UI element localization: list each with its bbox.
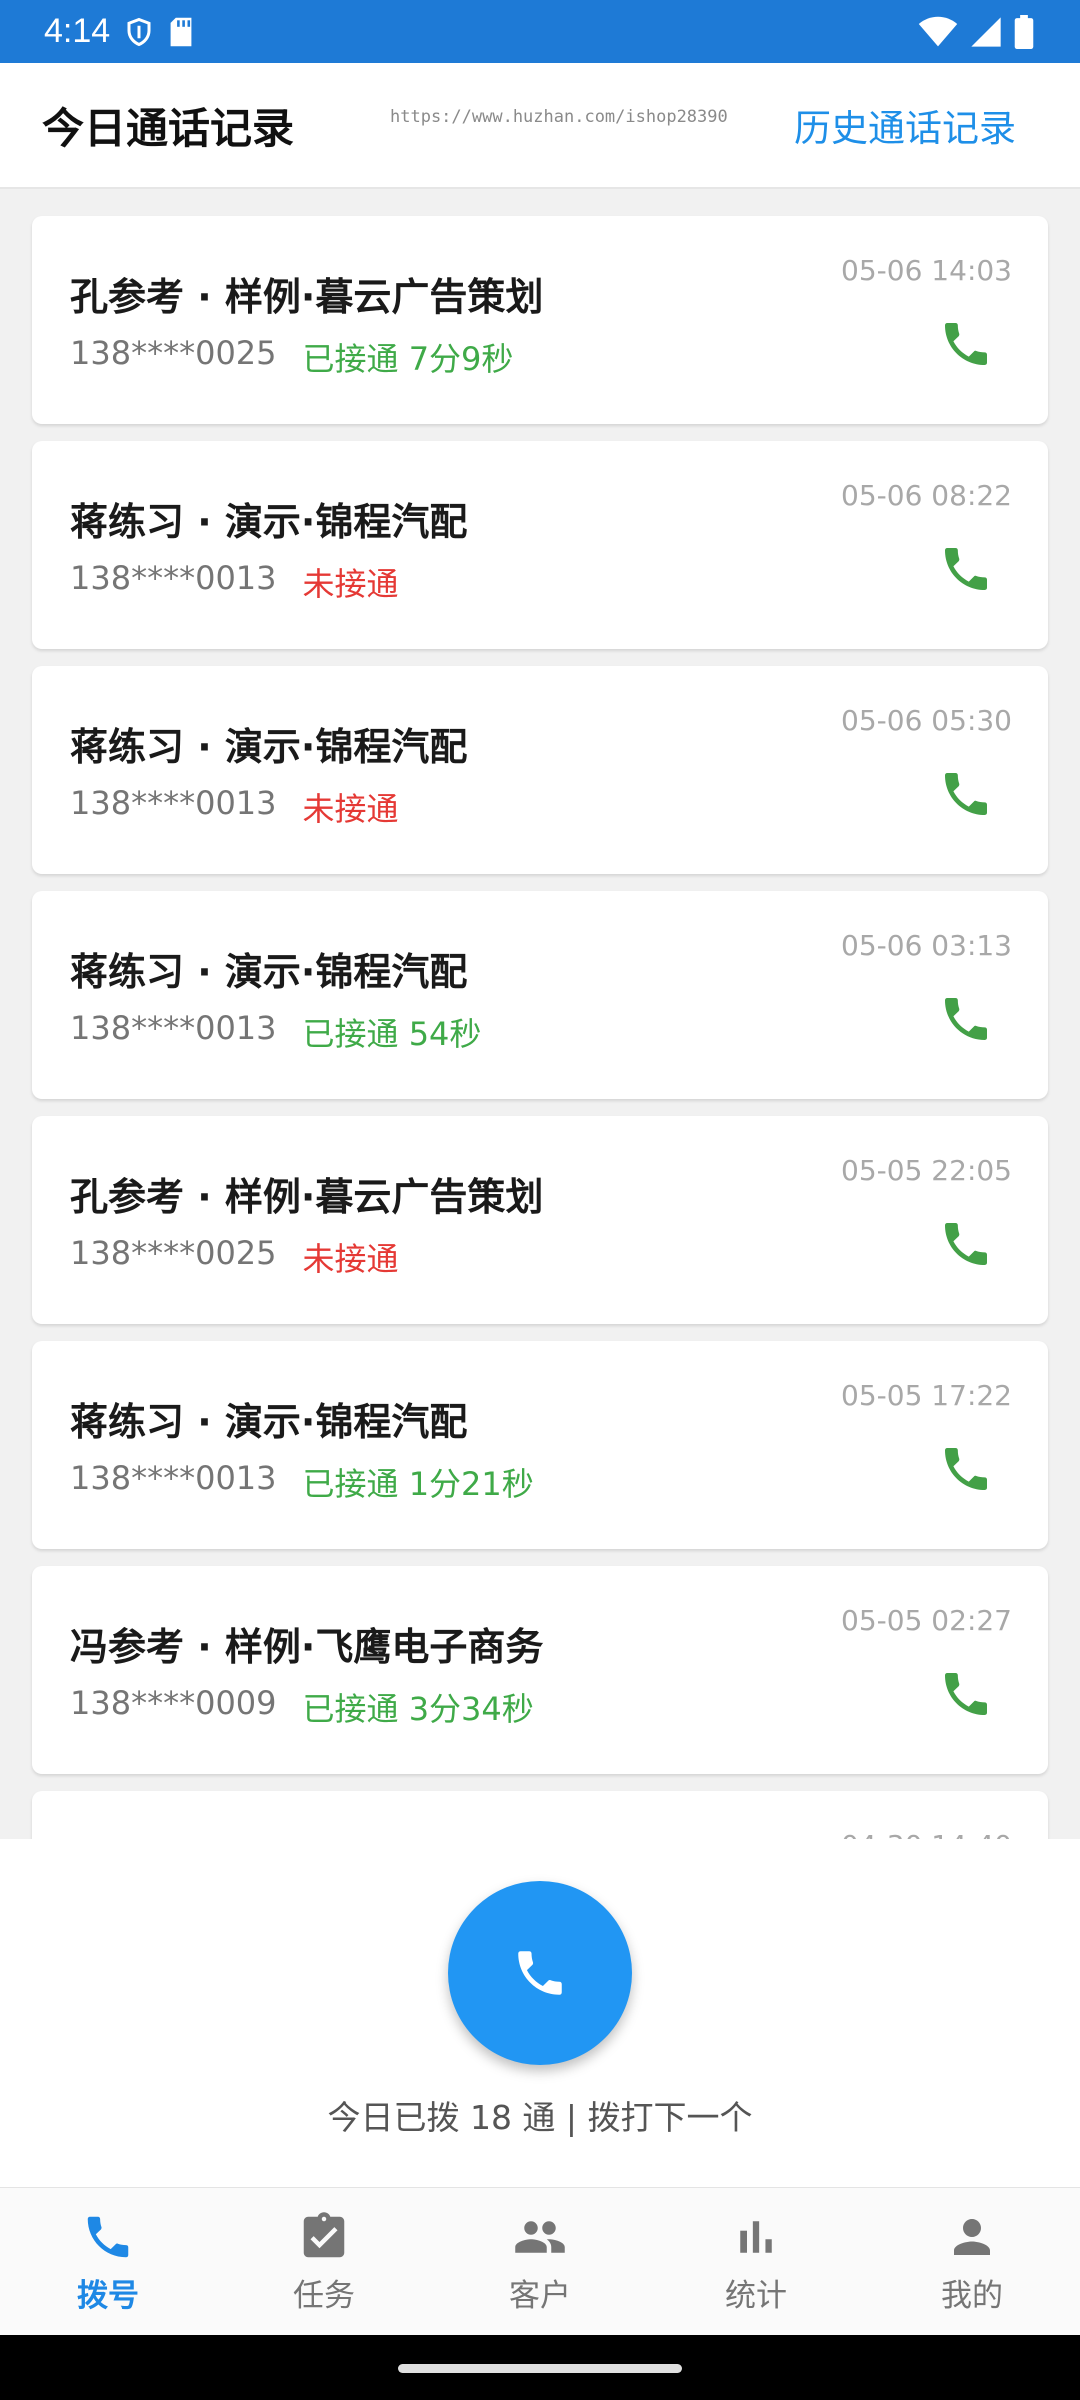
nav-label: 拨号 (77, 2277, 139, 2314)
contact-name: 蒋练习 · 演示·锦程汽配 (70, 1400, 468, 1444)
call-record-card[interactable]: 冯参考 · 样例·飞鹰电子商务 138****0009 已接通 3分34秒 05-05… (32, 1566, 1048, 1774)
wifi-icon (918, 16, 958, 46)
call-status: 已接通 7分9秒 (302, 340, 514, 378)
contact-name: 冯参考 · 样例·飞鹰电子商务 (70, 1625, 544, 1669)
phone-icon (938, 991, 994, 1051)
nav-item-tasks[interactable]: 任务 (216, 2188, 432, 2336)
people-icon (515, 2220, 565, 2253)
call-back-button[interactable] (936, 1441, 996, 1501)
phone-icon (938, 541, 994, 601)
nav-label: 统计 (725, 2277, 787, 2314)
phone-icon (87, 2216, 129, 2257)
call-details: 138****0025 已接通 7分9秒 (70, 334, 513, 380)
contact-name: 蒋练习 · 演示·锦程汽配 (70, 725, 468, 769)
watermark-text: https://www.huzhan.com/ishop28390 (390, 107, 728, 127)
call-status: 未接通 (302, 565, 399, 603)
call-back-button[interactable] (936, 766, 996, 826)
call-time: 05-06 08:22 (841, 479, 1012, 512)
dial-button[interactable] (448, 1881, 632, 2065)
call-details: 138****0013 已接通 1分21秒 (70, 1459, 534, 1505)
call-details: 138****0009 已接通 3分34秒 (70, 1684, 534, 1730)
phone-number: 138****0025 (70, 334, 277, 372)
call-back-button[interactable] (936, 1666, 996, 1726)
phone-number: 138****0013 (70, 559, 277, 597)
nav-item-dial[interactable]: 拨号 (0, 2188, 216, 2336)
gesture-bar (0, 2335, 1080, 2400)
call-details: 138****0025 未接通 (70, 1234, 399, 1280)
phone-icon (518, 1951, 562, 1995)
phone-number: 138****0013 (70, 1009, 277, 1047)
call-time: 05-06 05:30 (841, 704, 1012, 737)
call-record-card[interactable]: 蒋练习 · 演示·锦程汽配 138****0013 已接通 1分21秒 05-05 1… (32, 1341, 1048, 1549)
call-record-card[interactable]: 蒋练习 · 演示·锦程汽配 138****0013 已接通 54秒 05-06 03:… (32, 891, 1048, 1099)
nav-item-customers[interactable]: 客户 (432, 2188, 648, 2336)
call-record-card[interactable]: 蒋练习 · 演示·锦程汽配 138****0013 未接通 05-06 05:30 (32, 666, 1048, 874)
shield-icon (127, 17, 151, 46)
contact-name: 蒋练习 · 演示·锦程汽配 (70, 500, 468, 544)
bar-chart-icon (740, 2220, 772, 2253)
page-title: 今日通话记录 (42, 103, 295, 153)
phone-number: 138****0025 (70, 1234, 277, 1272)
call-record-card[interactable]: 蒋练习 · 演示·锦程汽配 138****0013 未接通 05-06 08:22 (32, 441, 1048, 649)
call-details: 138****0013 未接通 (70, 784, 399, 830)
call-record-card[interactable]: 04-30 14:40 (32, 1791, 1048, 1839)
call-time: 04-30 14:40 (841, 1829, 1012, 1839)
nav-label: 客户 (509, 2277, 571, 2314)
home-indicator[interactable] (398, 2364, 682, 2373)
phone-icon (938, 316, 994, 376)
call-time: 05-06 14:03 (841, 254, 1012, 287)
nav-item-me[interactable]: 我的 (864, 2188, 1080, 2336)
phone-number: 138****0009 (70, 1684, 277, 1722)
person-icon (954, 2218, 990, 2255)
call-time: 05-06 03:13 (841, 929, 1012, 962)
call-details: 138****0013 未接通 (70, 559, 399, 605)
call-time: 05-05 17:22 (841, 1379, 1012, 1412)
call-record-card[interactable]: 孔参考 · 样例·暮云广告策划 138****0025 已接通 7分9秒 05-06 … (32, 216, 1048, 424)
nav-item-stats[interactable]: 统计 (648, 2188, 864, 2336)
status-bar: 4:14 (0, 0, 1080, 63)
phone-icon (938, 1666, 994, 1726)
call-status: 未接通 (302, 1240, 399, 1278)
call-time: 05-05 22:05 (841, 1154, 1012, 1187)
phone-number: 138****0013 (70, 784, 277, 822)
phone-number: 138****0013 (70, 1459, 277, 1497)
status-time: 4:14 (44, 12, 111, 50)
call-status: 已接通 54秒 (302, 1015, 482, 1053)
bottom-nav: 拨号 任务 客户 统计 我的 (0, 2187, 1080, 2335)
phone-icon (938, 1441, 994, 1501)
contact-name: 孔参考 · 样例·暮云广告策划 (70, 1175, 544, 1219)
contact-name: 孔参考 · 样例·暮云广告策划 (70, 275, 544, 319)
call-list[interactable]: 孔参考 · 样例·暮云广告策划 138****0025 已接通 7分9秒 05-06 … (0, 189, 1080, 1839)
call-record-card[interactable]: 孔参考 · 样例·暮云广告策划 138****0025 未接通 05-05 22:05 (32, 1116, 1048, 1324)
contact-name: 蒋练习 · 演示·锦程汽配 (70, 950, 468, 994)
phone-icon (938, 766, 994, 826)
signal-icon (971, 16, 1001, 47)
app-header: 今日通话记录 https://www.huzhan.com/ishop28390… (0, 63, 1080, 189)
battery-icon (1014, 14, 1034, 49)
call-status: 已接通 3分34秒 (302, 1690, 534, 1728)
call-status: 未接通 (302, 790, 399, 828)
history-calls-link[interactable]: 历史通话记录 (794, 98, 1016, 152)
call-back-button[interactable] (936, 1216, 996, 1276)
phone-icon (938, 1216, 994, 1276)
nav-label: 我的 (941, 2277, 1003, 2314)
nav-label: 任务 (293, 2277, 355, 2314)
call-back-button[interactable] (936, 316, 996, 376)
clipboard-check-icon (303, 2211, 345, 2257)
dial-caption[interactable]: 今日已拨 18 通 | 拨打下一个 (0, 2091, 1080, 2139)
sd-card-icon (170, 17, 192, 46)
call-details: 138****0013 已接通 54秒 (70, 1009, 481, 1055)
call-back-button[interactable] (936, 991, 996, 1051)
dial-panel: 今日已拨 18 通 | 拨打下一个 (0, 1839, 1080, 2187)
call-status: 已接通 1分21秒 (302, 1465, 534, 1503)
call-back-button[interactable] (936, 541, 996, 601)
call-time: 05-05 02:27 (841, 1604, 1012, 1637)
